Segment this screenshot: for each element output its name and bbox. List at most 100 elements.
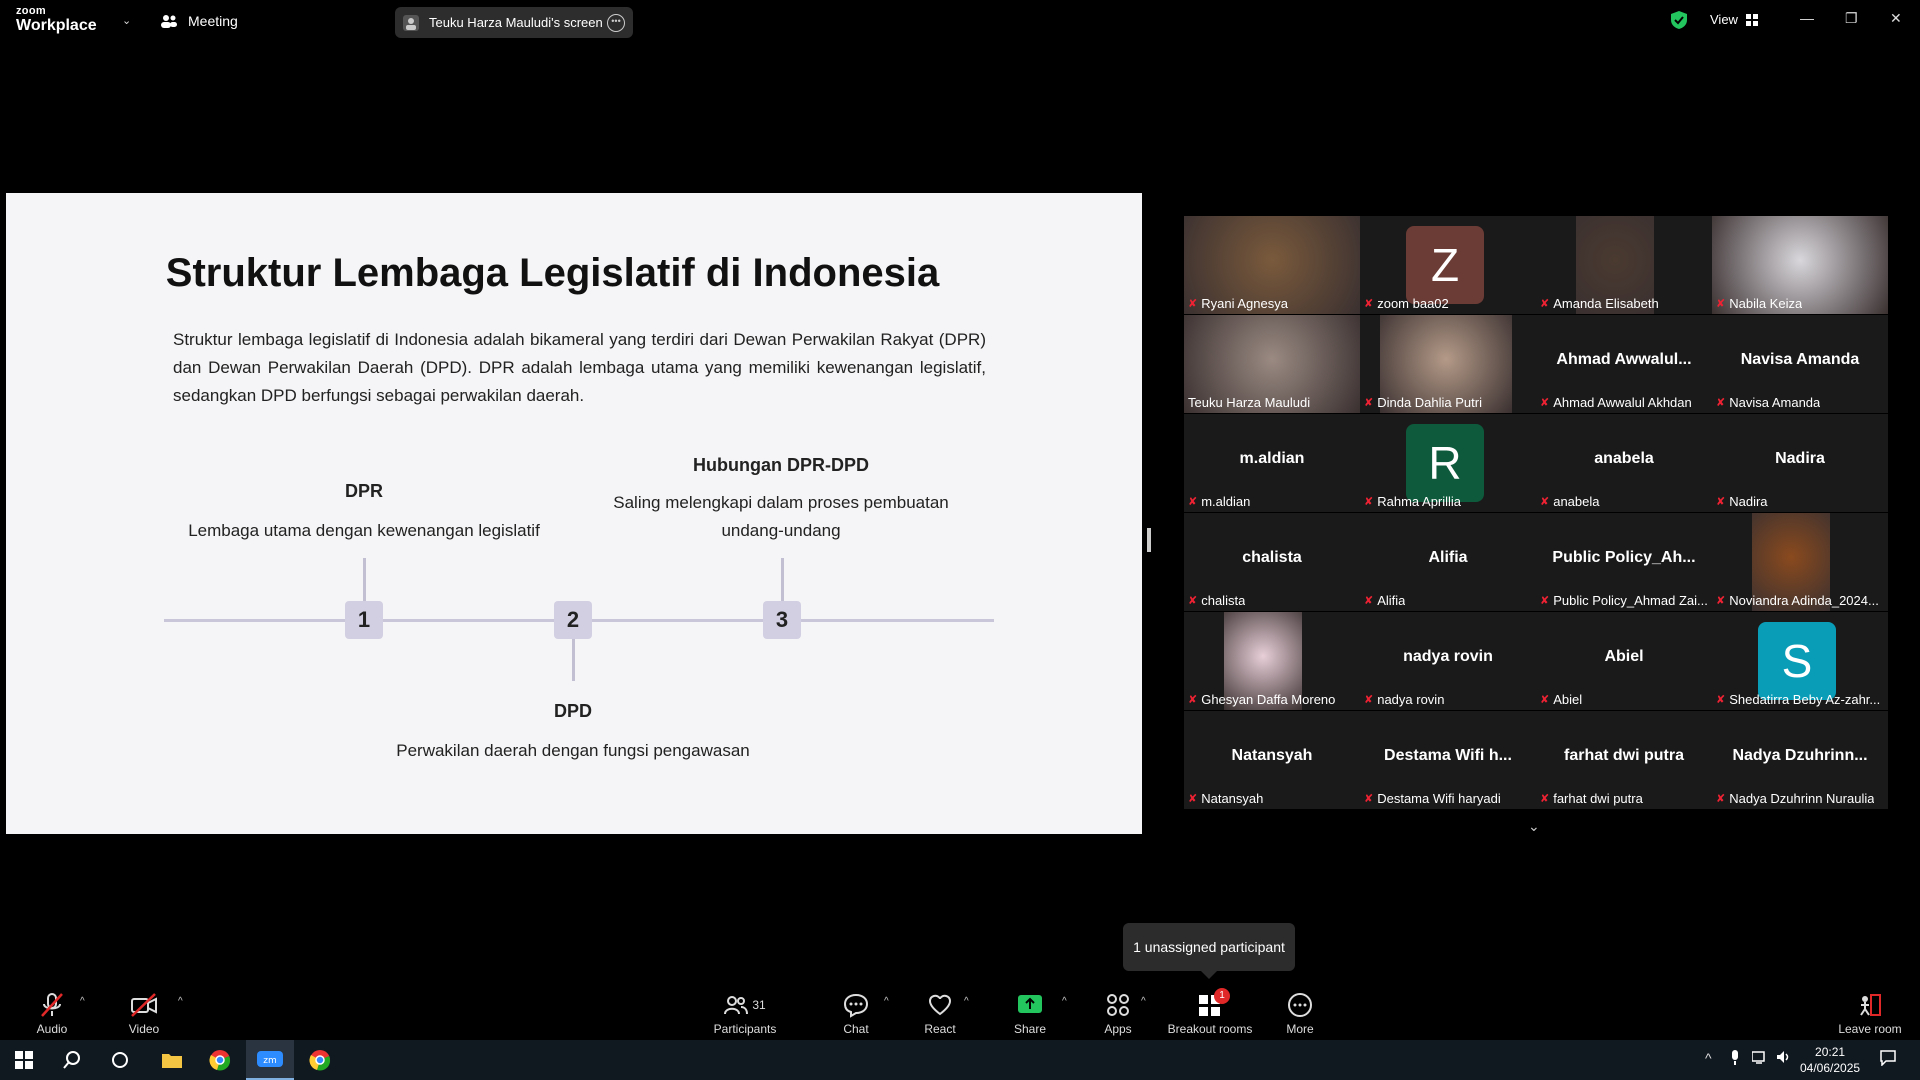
- security-shield-icon[interactable]: [1670, 10, 1688, 35]
- meeting-icon: [161, 15, 177, 28]
- participant-name-label: ✘ Amanda Elisabeth: [1540, 296, 1659, 311]
- minimize-icon[interactable]: —: [1800, 10, 1814, 26]
- participants-count: 31: [752, 998, 766, 1012]
- participant-tile[interactable]: ✘ Nabila Keiza: [1712, 216, 1888, 314]
- participant-name: anabela: [1553, 494, 1600, 509]
- participant-tile[interactable]: Nadya Dzuhrinn... ✘ Nadya Dzuhrinn Nurauli…: [1712, 711, 1888, 809]
- participant-tile[interactable]: Destama Wifi h... ✘ Destama Wifi haryadi: [1360, 711, 1536, 809]
- tray-mic-icon[interactable]: [1730, 1050, 1740, 1069]
- participant-tile[interactable]: ✘ Noviandra Adinda_2024...: [1712, 513, 1888, 611]
- participant-tile[interactable]: anabela ✘ anabela: [1536, 414, 1712, 512]
- participant-tile[interactable]: ✘ Dinda Dahlia Putri: [1360, 315, 1536, 413]
- react-button[interactable]: React: [916, 980, 964, 1040]
- cortana-icon[interactable]: [96, 1040, 144, 1080]
- leave-room-button[interactable]: Leave room: [1830, 980, 1910, 1040]
- participant-name: Ahmad Awwalul Akhdan: [1553, 395, 1692, 410]
- audio-caret-icon[interactable]: ^: [80, 996, 85, 1007]
- participant-name: chalista: [1201, 593, 1246, 608]
- participant-name-label: ✘ Nabila Keiza: [1716, 296, 1802, 311]
- chevron-down-icon[interactable]: ⌄: [1528, 818, 1540, 835]
- mic-muted-icon: ✘: [1716, 298, 1726, 310]
- participants-button[interactable]: 31 Participants: [705, 980, 785, 1040]
- participant-tile[interactable]: ✘ Ghesyan Daffa Moreno: [1184, 612, 1360, 710]
- timeline-tick-3: [781, 558, 784, 601]
- audio-label: Audio: [36, 1022, 68, 1036]
- participant-tile[interactable]: Navisa Amanda ✘ Navisa Amanda: [1712, 315, 1888, 413]
- share-caret-icon[interactable]: ^: [1062, 996, 1067, 1007]
- participant-name: Nadira: [1729, 494, 1768, 509]
- participant-tile[interactable]: S ✘ Shedatirra Beby Az-zahr...: [1712, 612, 1888, 710]
- participant-tile[interactable]: Alifia ✘ Alifia: [1360, 513, 1536, 611]
- apps-caret-icon[interactable]: ^: [1141, 996, 1146, 1007]
- participant-name: Rahma Aprillia: [1377, 494, 1462, 509]
- view-button[interactable]: View: [1710, 12, 1758, 27]
- chat-button[interactable]: Chat: [832, 980, 880, 1040]
- more-button[interactable]: More: [1276, 980, 1324, 1040]
- windows-start-icon[interactable]: [0, 1040, 48, 1080]
- participant-tile[interactable]: Z ✘ zoom baa02: [1360, 216, 1536, 314]
- participant-tile[interactable]: farhat dwi putra ✘ farhat dwi putra: [1536, 711, 1712, 809]
- step-desc-dpd: Perwakilan daerah dengan fungsi pengawas…: [396, 741, 750, 760]
- chrome-icon[interactable]: [196, 1040, 244, 1080]
- participant-tile[interactable]: m.aldian ✘ m.aldian: [1184, 414, 1360, 512]
- title-bar: zoom Workplace ⌄ Meeting Teuku Harza Mau…: [0, 0, 1920, 44]
- participant-name: Alifia: [1377, 593, 1406, 608]
- participant-tile[interactable]: Ahmad Awwalul... ✘ Ahmad Awwalul Akhdan: [1536, 315, 1712, 413]
- apps-button[interactable]: Apps: [1094, 980, 1142, 1040]
- audio-button[interactable]: Audio: [28, 980, 76, 1040]
- tray-chevron-icon[interactable]: ^: [1705, 1050, 1712, 1066]
- split-resize-handle[interactable]: [1147, 528, 1151, 552]
- system-clock[interactable]: 20:21 04/06/2025: [1800, 1044, 1860, 1076]
- participant-name-label: ✘ anabela: [1540, 494, 1600, 509]
- participant-name-label: ✘ Public Policy_Ahmad Zai...: [1540, 593, 1708, 608]
- mic-muted-icon: ✘: [1716, 397, 1726, 409]
- volume-icon[interactable]: [1776, 1050, 1792, 1067]
- video-caret-icon[interactable]: ^: [178, 996, 183, 1007]
- svg-text:zm: zm: [263, 1056, 277, 1066]
- participant-name: farhat dwi putra: [1553, 791, 1643, 806]
- meeting-tab[interactable]: Meeting: [160, 13, 238, 29]
- participant-name: Abiel: [1553, 692, 1583, 707]
- video-button[interactable]: Video: [120, 980, 168, 1040]
- participant-name: Public Policy_Ahmad Zai...: [1553, 593, 1708, 608]
- react-caret-icon[interactable]: ^: [964, 996, 969, 1007]
- meeting-label: Meeting: [188, 13, 238, 29]
- network-icon[interactable]: [1751, 1050, 1768, 1067]
- participant-display-name: nadya rovin: [1403, 648, 1493, 665]
- more-label: More: [1286, 1022, 1314, 1036]
- zoom-app-icon[interactable]: zm: [246, 1040, 294, 1080]
- chevron-down-icon[interactable]: ⌄: [122, 14, 131, 27]
- file-explorer-icon[interactable]: [148, 1040, 196, 1080]
- timeline-tick-1: [363, 558, 366, 601]
- participant-tile[interactable]: ✘ Ryani Agnesya: [1184, 216, 1360, 314]
- participant-tile[interactable]: Abiel ✘ Abiel: [1536, 612, 1712, 710]
- close-icon[interactable]: ✕: [1890, 10, 1902, 27]
- participant-tile[interactable]: Teuku Harza Mauludi: [1184, 315, 1360, 413]
- participant-name: Destama Wifi haryadi: [1377, 791, 1501, 806]
- search-icon[interactable]: [48, 1040, 96, 1080]
- participant-tile[interactable]: chalista ✘ chalista: [1184, 513, 1360, 611]
- brand-line-2: Workplace: [16, 17, 97, 34]
- participant-name-label: ✘ Natansyah: [1188, 791, 1263, 806]
- participant-tile[interactable]: nadya rovin ✘ nadya rovin: [1360, 612, 1536, 710]
- share-button[interactable]: Share: [1006, 980, 1054, 1040]
- more-options-icon[interactable]: •••: [607, 13, 625, 32]
- breakout-badge: 1: [1214, 988, 1230, 1004]
- participant-tile[interactable]: Public Policy_Ah... ✘ Public Policy_Ahmad …: [1536, 513, 1712, 611]
- screen-share-tab[interactable]: Teuku Harza Mauludi's screen •••: [395, 7, 633, 38]
- timeline-tick-2: [572, 639, 575, 681]
- notifications-icon[interactable]: [1880, 1050, 1896, 1069]
- participant-tile[interactable]: ✘ Amanda Elisabeth: [1536, 216, 1712, 314]
- meeting-toolbar: Audio ^ Video ^ 31 Participants Chat ^ R…: [0, 980, 1920, 1040]
- breakout-rooms-button[interactable]: Breakout rooms: [1160, 980, 1260, 1040]
- participant-name: Ghesyan Daffa Moreno: [1201, 692, 1336, 707]
- participant-name-label: ✘ Dinda Dahlia Putri: [1364, 395, 1482, 410]
- participant-display-name: Ahmad Awwalul...: [1556, 351, 1692, 368]
- chat-caret-icon[interactable]: ^: [884, 996, 889, 1007]
- restore-icon[interactable]: ❐: [1845, 10, 1858, 27]
- participant-tile[interactable]: Natansyah ✘ Natansyah: [1184, 711, 1360, 809]
- participant-tile[interactable]: R ✘ Rahma Aprillia: [1360, 414, 1536, 512]
- step-number-1: 1: [345, 601, 383, 639]
- participant-tile[interactable]: Nadira ✘ Nadira: [1712, 414, 1888, 512]
- chrome-profile-icon[interactable]: [296, 1040, 344, 1080]
